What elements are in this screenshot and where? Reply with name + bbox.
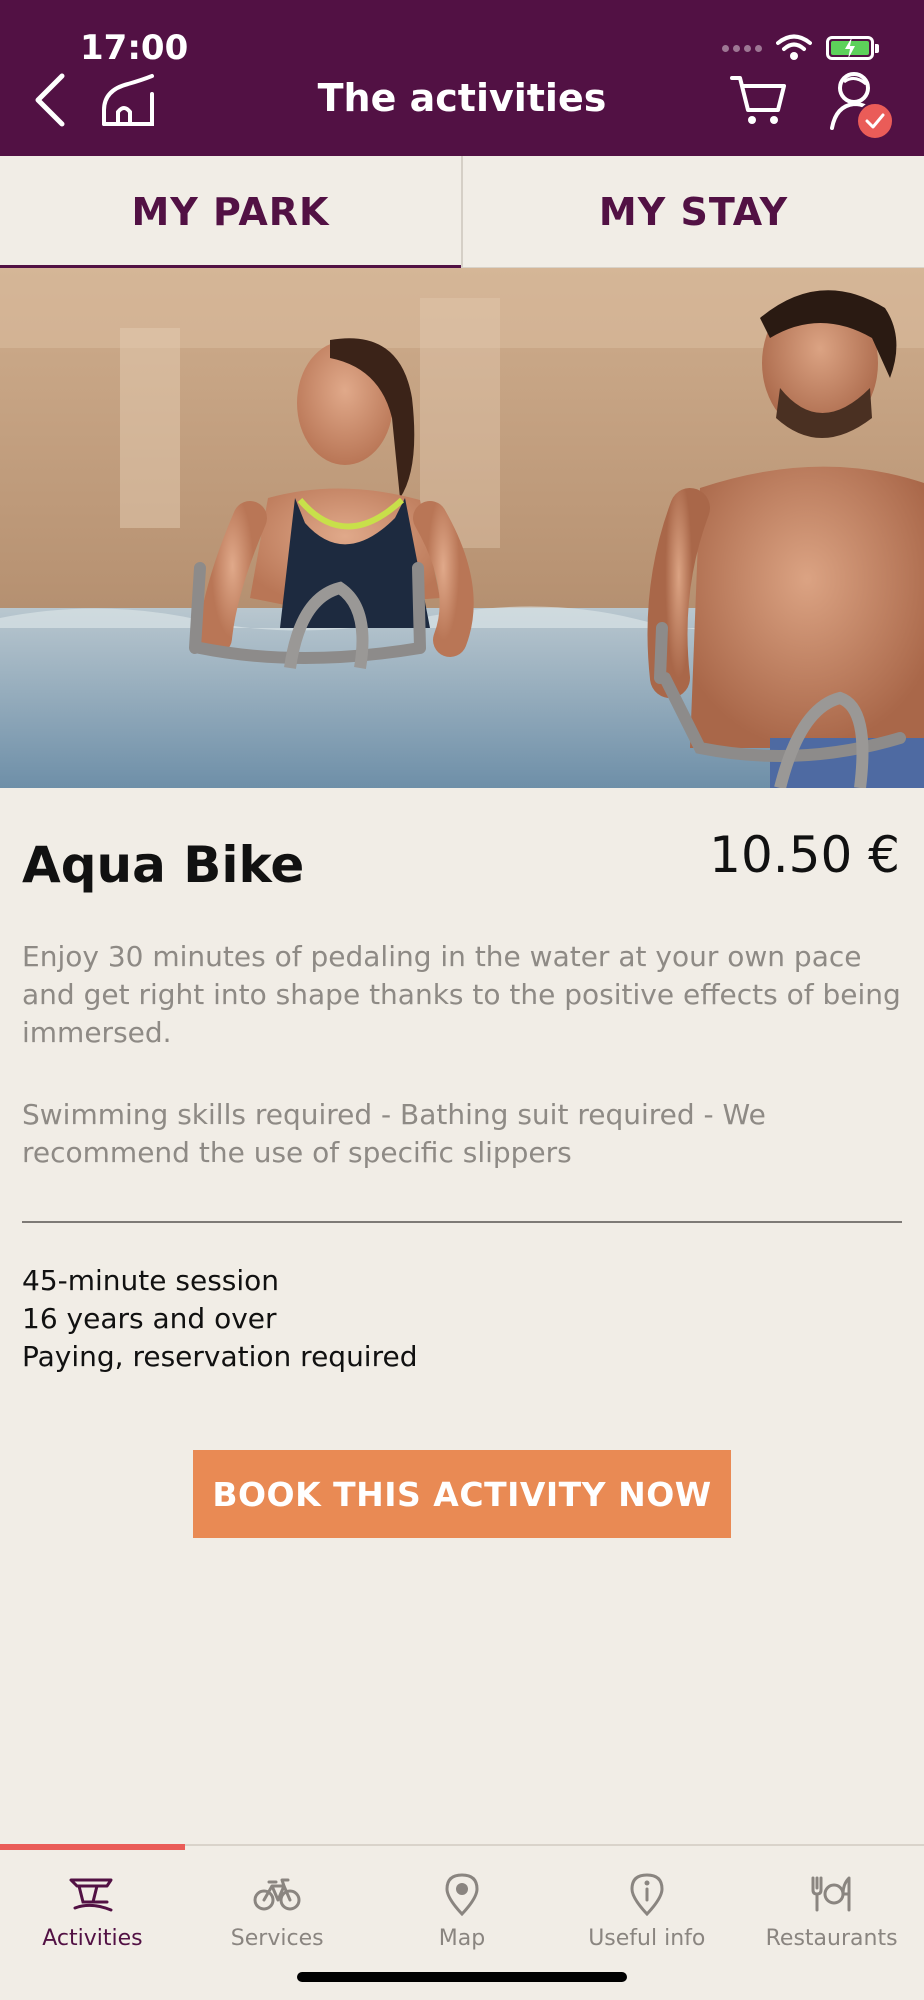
divider bbox=[22, 1221, 902, 1223]
activity-photo bbox=[0, 268, 924, 788]
nav-useful-info[interactable]: Useful info bbox=[554, 1846, 739, 1956]
account-button[interactable] bbox=[828, 70, 894, 140]
detail-age: 16 years and over bbox=[22, 1302, 277, 1335]
activity-details: 45-minute session 16 years and over Payi… bbox=[22, 1262, 418, 1376]
active-tab-indicator bbox=[0, 1844, 185, 1850]
detail-duration: 45-minute session bbox=[22, 1264, 280, 1297]
book-activity-button[interactable]: BOOK THIS ACTIVITY NOW bbox=[193, 1450, 731, 1538]
back-button[interactable] bbox=[30, 70, 70, 130]
detail-booking: Paying, reservation required bbox=[22, 1340, 418, 1373]
nav-label-activities: Activities bbox=[42, 1926, 143, 1951]
park-dome-icon bbox=[102, 74, 154, 126]
info-icon bbox=[630, 1873, 664, 1916]
activity-title: Aqua Bike bbox=[22, 836, 305, 894]
nav-map[interactable]: Map bbox=[370, 1846, 555, 1956]
battery-icon bbox=[826, 36, 879, 60]
logged-in-badge bbox=[856, 102, 894, 140]
tab-my-stay[interactable]: MY STAY bbox=[461, 156, 924, 267]
chevron-left-icon bbox=[35, 73, 65, 127]
activity-description: Enjoy 30 minutes of pedaling in the wate… bbox=[22, 940, 901, 1049]
home-indicator[interactable] bbox=[297, 1972, 627, 1982]
restaurant-icon bbox=[811, 1876, 851, 1912]
park-home-button[interactable] bbox=[98, 72, 158, 132]
status-time: 17:00 bbox=[80, 28, 189, 68]
cart-icon bbox=[730, 76, 786, 124]
signal-icon bbox=[722, 44, 762, 52]
nav-activities[interactable]: Activities bbox=[0, 1846, 185, 1956]
bicycle-icon bbox=[253, 1878, 301, 1911]
cart-button[interactable] bbox=[730, 74, 788, 128]
nav-label-services: Services bbox=[230, 1926, 324, 1951]
nav-services[interactable]: Services bbox=[185, 1846, 370, 1956]
tab-my-park[interactable]: MY PARK bbox=[0, 156, 461, 268]
nav-label-restaurants: Restaurants bbox=[765, 1926, 898, 1951]
activities-icon bbox=[69, 1878, 113, 1912]
activity-price: 10.50 € bbox=[709, 826, 900, 884]
status-icons bbox=[722, 34, 879, 62]
app-header: 17:00 The activities bbox=[0, 0, 924, 156]
nav-label-useful-info: Useful info bbox=[588, 1926, 706, 1951]
tab-bar: MY PARK MY STAY bbox=[0, 156, 924, 268]
check-icon bbox=[865, 113, 885, 129]
wifi-icon bbox=[776, 34, 812, 60]
activity-requirements: Swimming skills required - Bathing suit … bbox=[22, 1098, 766, 1169]
map-pin-icon bbox=[445, 1873, 479, 1916]
nav-label-map: Map bbox=[438, 1926, 486, 1951]
nav-restaurants[interactable]: Restaurants bbox=[739, 1846, 924, 1956]
